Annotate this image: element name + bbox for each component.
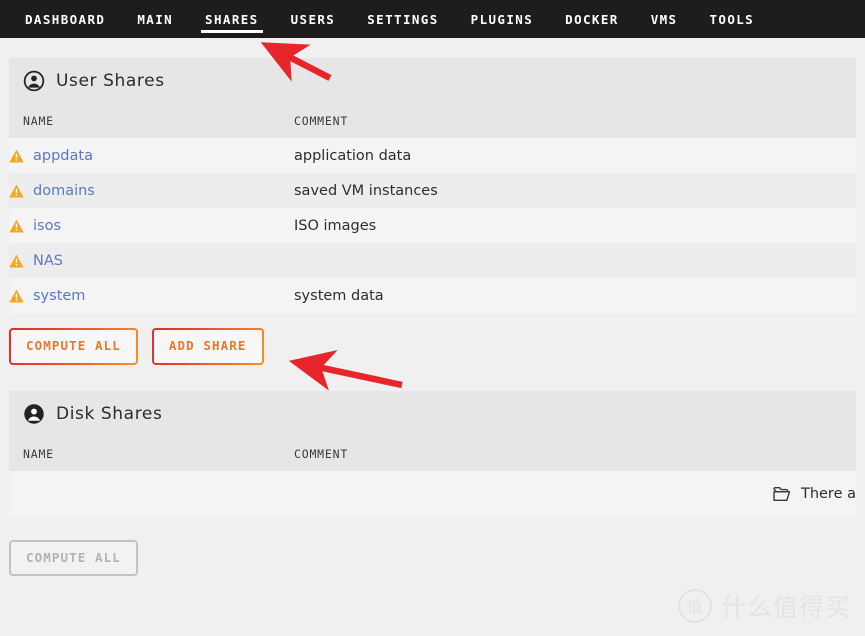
share-link[interactable]: isos xyxy=(33,218,61,234)
nav-item-plugins[interactable]: PLUGINS xyxy=(455,0,549,38)
nav-item-vms[interactable]: VMS xyxy=(635,0,694,38)
table-header-row: NAME COMMENT xyxy=(9,436,856,471)
disk-shares-title: Disk Shares xyxy=(56,403,163,424)
column-header-comment[interactable]: COMMENT xyxy=(294,104,856,138)
nav-item-shares[interactable]: SHARES xyxy=(189,0,275,38)
nav-label: TOOLS xyxy=(709,11,755,27)
nav-item-docker[interactable]: DOCKER xyxy=(549,0,635,38)
add-share-button[interactable]: ADD SHARE xyxy=(152,328,264,365)
user-shares-card: User Shares NAME COMMENT appdata applica… xyxy=(9,58,856,313)
share-link[interactable]: appdata xyxy=(33,148,93,164)
watermark-text: 什么值得买 xyxy=(720,593,851,622)
folder-open-icon xyxy=(773,486,792,502)
share-comment-cell: application data xyxy=(294,138,856,173)
warning-triangle-icon xyxy=(9,219,24,233)
nav-label: DASHBOARD xyxy=(25,11,106,27)
warning-triangle-icon xyxy=(9,254,24,268)
empty-state-text: There a xyxy=(800,486,856,502)
warning-triangle-icon xyxy=(9,289,24,303)
nav-label: USERS xyxy=(290,11,336,27)
top-spacer xyxy=(0,38,865,58)
disk-shares-button-row: COMPUTE ALL xyxy=(0,518,865,576)
share-comment-cell: ISO images xyxy=(294,208,856,243)
nav-label: SETTINGS xyxy=(367,11,439,27)
top-navigation-bar: DASHBOARD MAIN SHARES USERS SETTINGS PLU… xyxy=(0,0,865,38)
table-row[interactable]: isos ISO images xyxy=(9,208,856,243)
warning-triangle-icon xyxy=(9,184,24,198)
disk-shares-card: Disk Shares NAME COMMENT There a xyxy=(9,390,856,518)
column-header-comment[interactable]: COMMENT xyxy=(294,436,856,471)
disk-shares-empty-row: There a xyxy=(9,470,856,518)
empty-state-note: There a xyxy=(9,486,856,502)
table-row[interactable]: system system data xyxy=(9,278,856,313)
disk-shares-empty-cell: There a xyxy=(9,470,856,518)
user-shares-button-row: COMPUTE ALL ADD SHARE xyxy=(0,313,865,365)
nav-item-dashboard[interactable]: DASHBOARD xyxy=(9,0,121,38)
share-link[interactable]: domains xyxy=(33,183,95,199)
watermark-badge: 值 xyxy=(677,589,712,623)
share-name-cell: NAS xyxy=(9,243,294,278)
column-header-name[interactable]: NAME xyxy=(9,104,294,138)
user-circle-filled-icon xyxy=(23,403,45,425)
nav-label: DOCKER xyxy=(565,11,619,27)
nav-label: MAIN xyxy=(137,11,174,27)
nav-label: SHARES xyxy=(205,11,259,27)
nav-item-tools[interactable]: TOOLS xyxy=(693,0,770,38)
share-name-cell: system xyxy=(9,278,294,313)
watermark: 值 什么值得买 xyxy=(677,588,851,624)
nav-item-main[interactable]: MAIN xyxy=(121,0,189,38)
user-shares-title: User Shares xyxy=(56,71,165,91)
user-circle-outline-icon xyxy=(23,70,45,92)
share-name-cell: domains xyxy=(9,173,294,208)
warning-triangle-icon xyxy=(9,149,24,163)
table-header-row: NAME COMMENT xyxy=(9,104,856,138)
nav-label: PLUGINS xyxy=(470,11,534,27)
disk-shares-header: Disk Shares xyxy=(9,390,856,437)
user-shares-header: User Shares xyxy=(9,58,856,104)
column-header-name[interactable]: NAME xyxy=(9,436,294,471)
compute-all-button[interactable]: COMPUTE ALL xyxy=(9,328,138,365)
share-comment-cell: system data xyxy=(294,278,856,313)
disk-compute-all-button[interactable]: COMPUTE ALL xyxy=(9,539,138,576)
page-content: User Shares NAME COMMENT appdata applica… xyxy=(0,38,865,576)
table-row[interactable]: NAS xyxy=(9,243,856,278)
share-name-cell: isos xyxy=(9,208,294,243)
table-row[interactable]: domains saved VM instances xyxy=(9,173,856,208)
disk-shares-table: NAME COMMENT There a xyxy=(9,436,856,518)
share-name-cell: appdata xyxy=(9,138,294,173)
table-row[interactable]: appdata application data xyxy=(9,138,856,173)
share-comment-cell: saved VM instances xyxy=(294,173,856,208)
nav-label: VMS xyxy=(650,11,678,27)
user-shares-table: NAME COMMENT appdata application data do… xyxy=(9,104,856,313)
nav-item-users[interactable]: USERS xyxy=(275,0,352,38)
share-link[interactable]: system xyxy=(33,288,85,304)
share-link[interactable]: NAS xyxy=(33,253,63,269)
nav-item-settings[interactable]: SETTINGS xyxy=(351,0,454,38)
share-comment-cell xyxy=(294,243,856,278)
